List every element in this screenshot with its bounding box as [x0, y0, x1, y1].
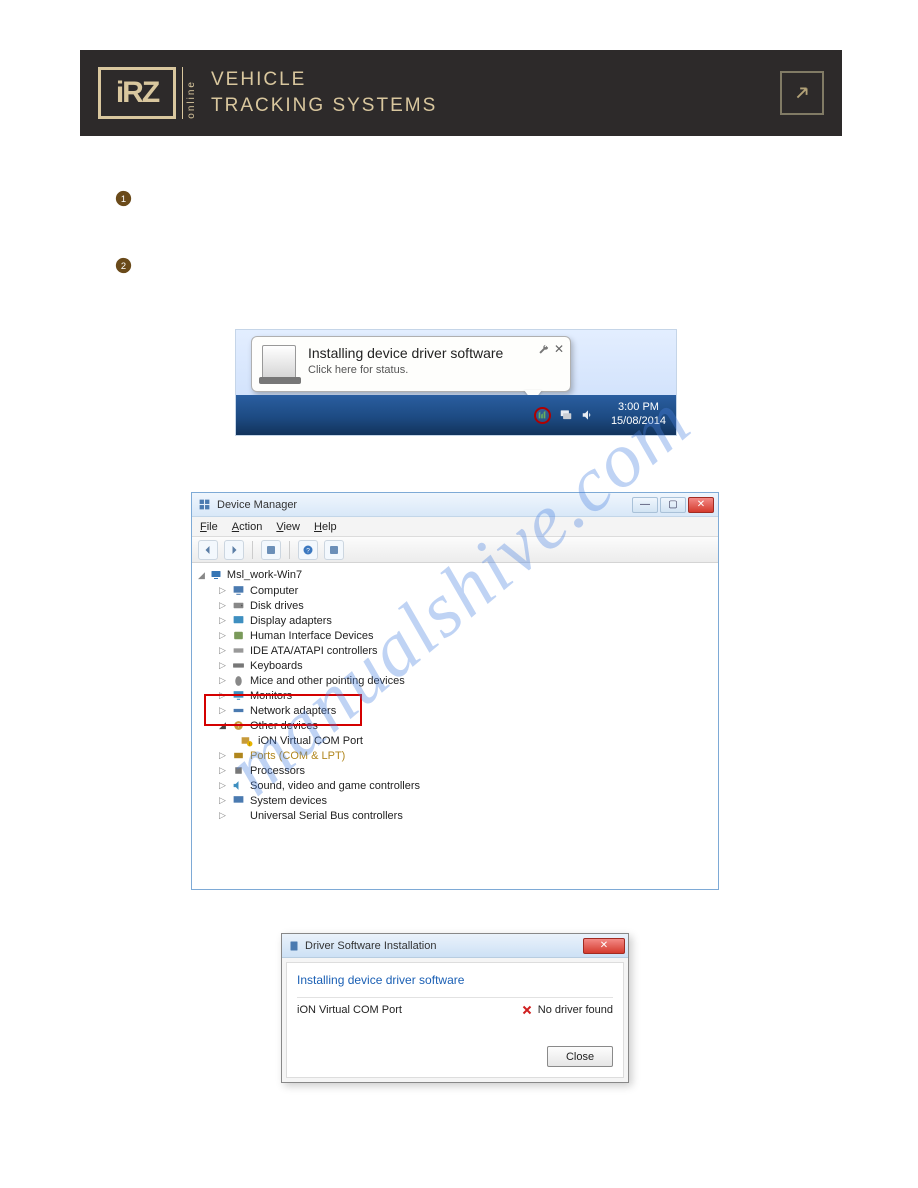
- dialog-close-button[interactable]: ✕: [583, 938, 625, 954]
- doc-header: iRZ online VEHICLE TRACKING SYSTEMS: [80, 50, 842, 136]
- toolbar: ?: [192, 537, 718, 563]
- help-button[interactable]: ?: [298, 540, 318, 560]
- tree-item-system-devices[interactable]: ▷System devices: [194, 793, 714, 808]
- tree-root[interactable]: ◢ Msl_work-Win7: [194, 567, 714, 583]
- tree-item-sound[interactable]: ▷Sound, video and game controllers: [194, 778, 714, 793]
- install-icon: [288, 940, 300, 952]
- notification-balloon[interactable]: Installing device driver software Click …: [251, 336, 571, 392]
- wrench-icon[interactable]: [538, 344, 549, 355]
- balloon-title: Installing device driver software: [308, 345, 503, 361]
- figure-device-manager-window: Device Manager — ▢ ✕ File Action View He…: [191, 492, 719, 890]
- tray-highlighted-icon[interactable]: [534, 407, 551, 424]
- tree-item-usb[interactable]: ▷Universal Serial Bus controllers: [194, 808, 714, 823]
- close-icon[interactable]: ✕: [554, 342, 564, 356]
- svg-text:!: !: [249, 741, 250, 746]
- tree-item-ide[interactable]: ▷IDE ATA/ATAPI controllers: [194, 643, 714, 658]
- logo-online-text: online: [182, 67, 197, 119]
- maximize-button[interactable]: ▢: [660, 497, 686, 513]
- properties-button[interactable]: [261, 540, 281, 560]
- header-title-line1: VEHICLE: [211, 67, 437, 93]
- figure-driver-dialog: Driver Software Installation ✕ Installin…: [281, 933, 629, 1083]
- balloon-controls: ✕: [538, 342, 564, 356]
- minimize-button[interactable]: —: [632, 497, 658, 513]
- tree-root-label: Msl_work-Win7: [227, 569, 302, 581]
- tree-item-other-devices[interactable]: ◢?Other devices: [194, 718, 714, 733]
- dialog-titlebar: Driver Software Installation ✕: [282, 934, 628, 958]
- tree-item-computer[interactable]: ▷Computer: [194, 583, 714, 598]
- refresh-button[interactable]: [324, 540, 344, 560]
- tree-item-keyboards[interactable]: ▷Keyboards: [194, 658, 714, 673]
- svg-text:1: 1: [120, 193, 125, 203]
- dialog-title: Driver Software Installation: [305, 940, 436, 952]
- volume-icon[interactable]: [581, 408, 595, 422]
- clock-time: 3:00 PM: [611, 401, 666, 415]
- logo-irz-text: iRZ: [98, 67, 176, 119]
- window-title: Device Manager: [217, 499, 297, 511]
- tree-item-processors[interactable]: ▷Processors: [194, 763, 714, 778]
- bullet-1: 1: [113, 188, 133, 208]
- header-title: VEHICLE TRACKING SYSTEMS: [211, 67, 437, 118]
- svg-text:2: 2: [120, 260, 125, 270]
- taskbar-clock[interactable]: 3:00 PM 15/08/2014: [611, 401, 666, 429]
- clock-date: 15/08/2014: [611, 415, 666, 429]
- dialog-heading: Installing device driver software: [297, 973, 613, 987]
- header-title-line2: TRACKING SYSTEMS: [211, 93, 437, 119]
- close-button[interactable]: ✕: [688, 497, 714, 513]
- forward-button[interactable]: [224, 540, 244, 560]
- logo: iRZ online: [98, 67, 197, 119]
- network-icon[interactable]: [559, 408, 573, 422]
- window-titlebar: Device Manager — ▢ ✕: [192, 493, 718, 517]
- figure-taskbar-notification: Installing device driver software Click …: [235, 329, 677, 436]
- tree-item-ion-virtual-com-port[interactable]: ! iON Virtual COM Port: [194, 733, 714, 748]
- menu-file[interactable]: File: [200, 521, 218, 533]
- dialog-device-name: iON Virtual COM Port: [297, 1004, 402, 1016]
- menu-help[interactable]: Help: [314, 521, 337, 533]
- menu-bar: File Action View Help: [192, 517, 718, 537]
- window-buttons: — ▢ ✕: [632, 497, 714, 513]
- device-tree: ◢ Msl_work-Win7 ▷Computer ▷Disk drives ▷…: [192, 563, 718, 889]
- dialog-status: No driver found: [538, 1004, 613, 1016]
- error-x-icon: [521, 1004, 533, 1016]
- menu-view[interactable]: View: [276, 521, 300, 533]
- expand-icon[interactable]: [780, 71, 824, 115]
- close-button[interactable]: Close: [547, 1046, 613, 1067]
- tree-item-disk-drives[interactable]: ▷Disk drives: [194, 598, 714, 613]
- back-button[interactable]: [198, 540, 218, 560]
- tree-item-ports[interactable]: ▷Ports (COM & LPT): [194, 748, 714, 763]
- device-manager-icon: [198, 498, 211, 511]
- bullet-2: 2: [113, 255, 133, 275]
- tree-item-mice[interactable]: ▷Mice and other pointing devices: [194, 673, 714, 688]
- svg-text:?: ?: [306, 547, 310, 554]
- tree-item-network[interactable]: ▷Network adapters: [194, 703, 714, 718]
- tray-icons: [534, 407, 595, 424]
- dialog-row: iON Virtual COM Port No driver found: [297, 997, 613, 1016]
- tree-item-monitors[interactable]: ▷Monitors: [194, 688, 714, 703]
- tree-item-display-adapters[interactable]: ▷Display adapters: [194, 613, 714, 628]
- tree-item-hid[interactable]: ▷Human Interface Devices: [194, 628, 714, 643]
- balloon-subtitle: Click here for status.: [308, 364, 503, 376]
- taskbar: 3:00 PM 15/08/2014: [236, 395, 676, 435]
- menu-action[interactable]: Action: [232, 521, 263, 533]
- device-icon: [262, 345, 296, 383]
